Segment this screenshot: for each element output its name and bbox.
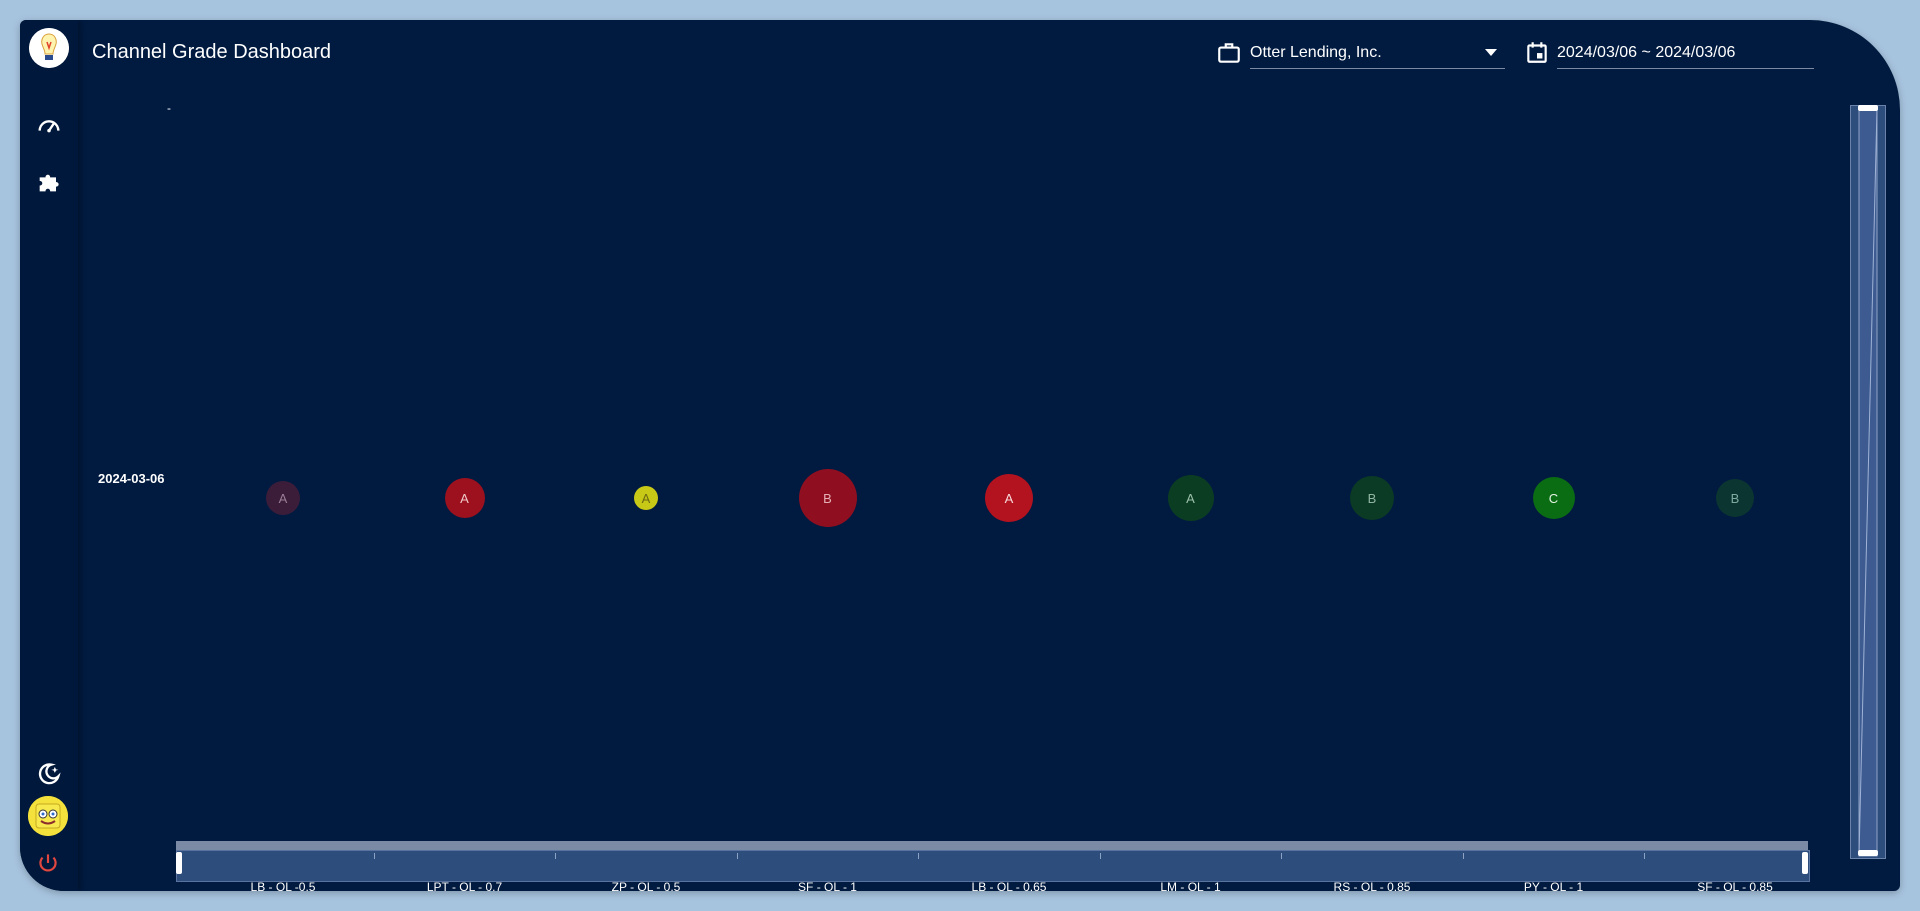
bubble-1[interactable]: A bbox=[266, 481, 300, 515]
x-axis-zoom-bar[interactable] bbox=[176, 841, 1808, 850]
app-window: Channel Grade Dashboard Otter Lending, I… bbox=[20, 20, 1900, 891]
y-zoom-handle-bottom[interactable] bbox=[1858, 850, 1878, 856]
x-axis-tick bbox=[373, 853, 375, 859]
power-icon[interactable] bbox=[35, 850, 61, 876]
y-zoom-window bbox=[1858, 107, 1878, 857]
bubble-3[interactable]: A bbox=[634, 486, 658, 510]
date-range-value: 2024/03/06 ~ 2024/03/06 bbox=[1557, 44, 1736, 61]
avatar-image bbox=[28, 796, 68, 836]
briefcase-icon bbox=[1218, 43, 1240, 63]
x-axis-tick bbox=[1281, 853, 1283, 859]
x-axis-label: SF - OL - 0.85 bbox=[1697, 880, 1773, 891]
row-label-2024-03-06: 2024-03-06 bbox=[98, 471, 165, 486]
x-zoom-handle-right[interactable] bbox=[1802, 852, 1808, 874]
x-axis-label: PY - OL - 1 bbox=[1523, 880, 1584, 891]
avatar[interactable] bbox=[28, 796, 68, 836]
x-axis-label: ZP - OL - 0.5 bbox=[611, 880, 681, 891]
y-axis-zoom-track[interactable] bbox=[1850, 105, 1886, 859]
x-axis-label: RS - OL - 0.85 bbox=[1333, 880, 1411, 891]
x-zoom-handle-left[interactable] bbox=[176, 852, 182, 874]
dark-mode-icon[interactable] bbox=[35, 760, 63, 788]
y-axis-top-tick: - bbox=[167, 101, 171, 115]
page-title: Channel Grade Dashboard bbox=[92, 41, 332, 63]
bubble-9[interactable]: B bbox=[1716, 479, 1754, 517]
x-axis-label: LPT - OL - 0.7 bbox=[426, 880, 503, 891]
x-axis-label: LB - OL - 0.65 bbox=[971, 880, 1047, 891]
x-axis-tick bbox=[918, 853, 920, 859]
company-select-value: Otter Lending, Inc. bbox=[1250, 44, 1382, 61]
bubble-8[interactable]: C bbox=[1532, 477, 1575, 519]
speedometer-icon[interactable] bbox=[35, 112, 63, 140]
x-axis-zoom-track[interactable] bbox=[176, 850, 1810, 882]
company-select[interactable]: Otter Lending, Inc. bbox=[1250, 38, 1505, 69]
x-axis-tick bbox=[555, 853, 557, 859]
bubble-7[interactable]: B bbox=[1350, 476, 1394, 520]
x-axis-label: SF - OL - 1 bbox=[798, 880, 857, 891]
bubble-4[interactable]: B bbox=[798, 469, 857, 527]
bubble-5[interactable]: A bbox=[985, 474, 1033, 522]
x-axis-label: LB - OL -0.5 bbox=[250, 880, 316, 891]
y-zoom-handle-top[interactable] bbox=[1858, 105, 1878, 111]
x-axis-tick bbox=[1462, 853, 1464, 859]
puzzle-icon[interactable] bbox=[35, 168, 63, 196]
sidebar bbox=[20, 20, 78, 891]
logo[interactable] bbox=[29, 28, 69, 68]
date-range-input[interactable]: 2024/03/06 ~ 2024/03/06 bbox=[1557, 38, 1814, 69]
bubble-2[interactable]: A bbox=[444, 478, 485, 518]
x-axis-tick bbox=[736, 853, 738, 859]
bubble-6[interactable]: A bbox=[1167, 475, 1214, 521]
calendar-icon[interactable] bbox=[1524, 39, 1550, 65]
chevron-down-icon bbox=[1485, 49, 1497, 56]
x-axis-label: LM - OL - 1 bbox=[1160, 880, 1221, 891]
x-axis-tick bbox=[1644, 853, 1646, 859]
lightbulb-logo-icon bbox=[29, 28, 69, 68]
x-axis-tick bbox=[1099, 853, 1101, 859]
